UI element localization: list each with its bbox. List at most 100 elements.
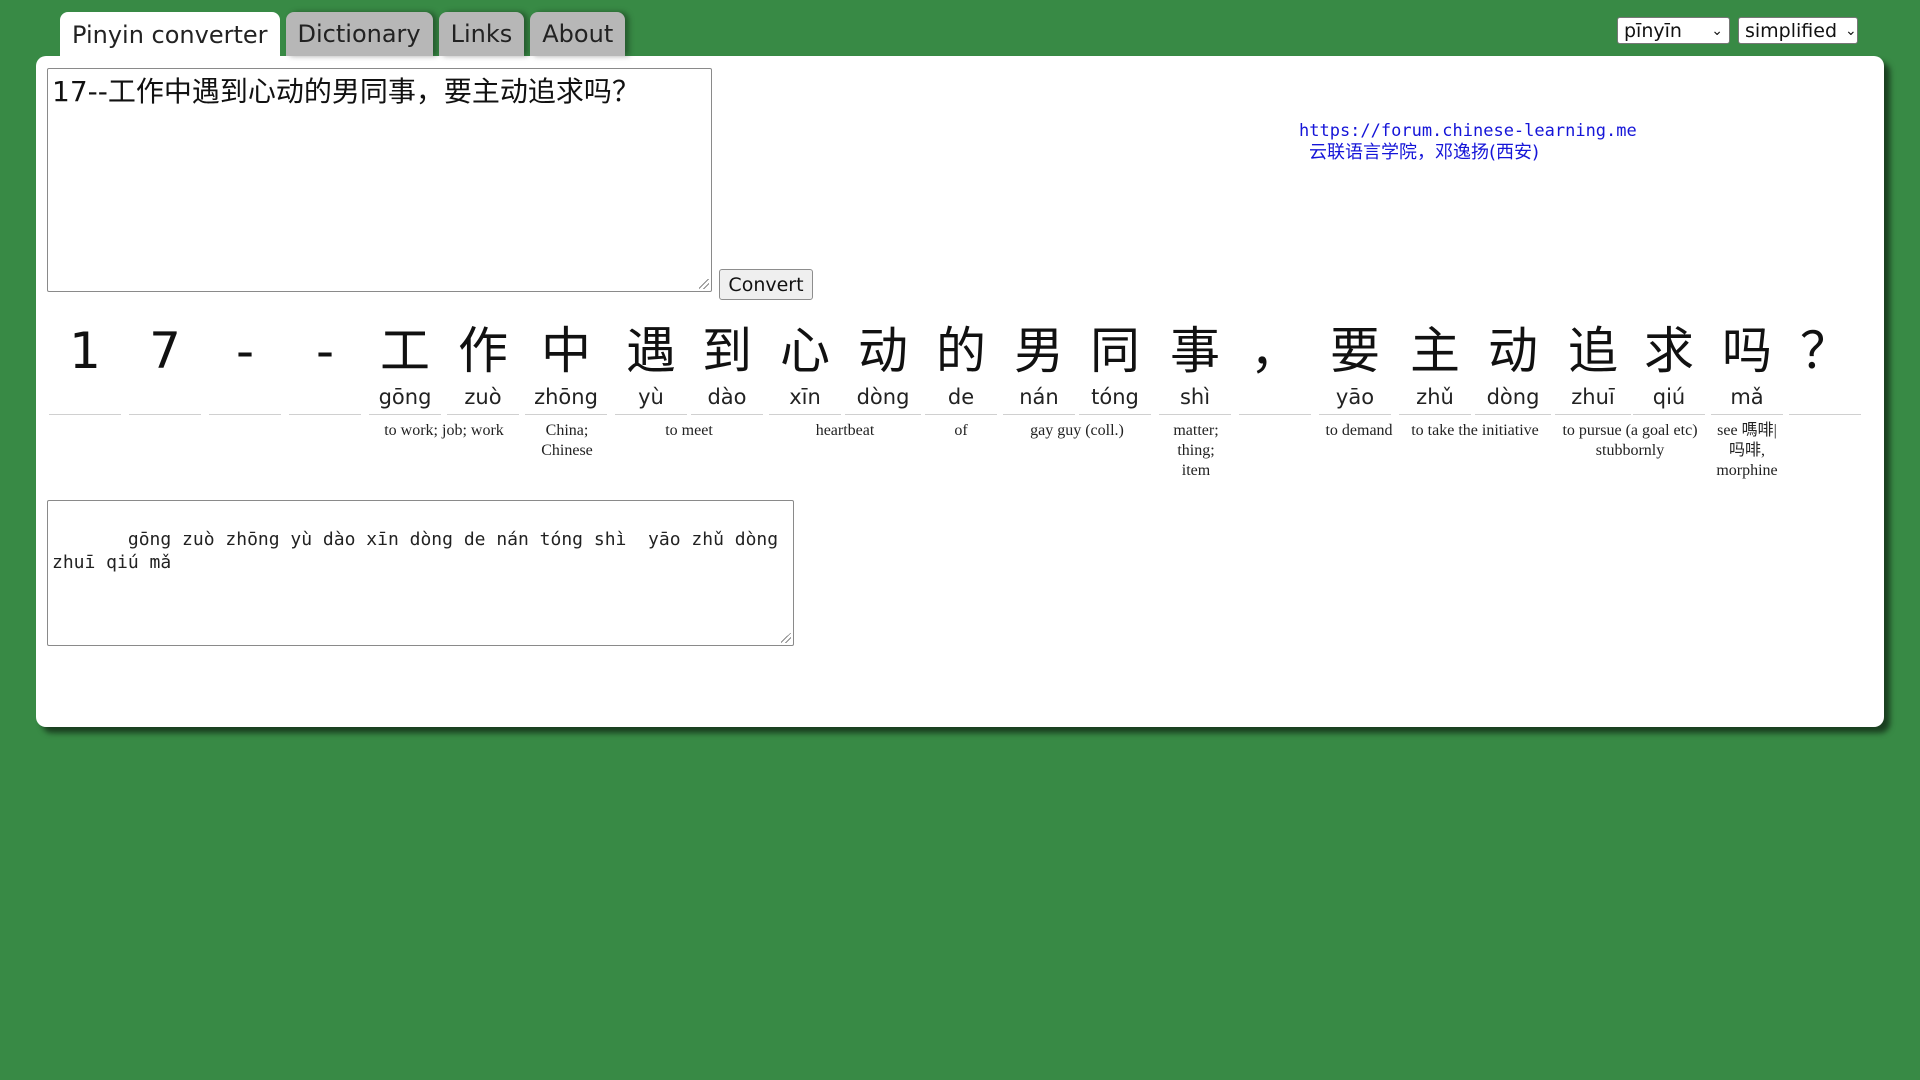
pinyin (289, 380, 361, 415)
hanzi: 7 (149, 322, 181, 380)
hanzi: 的 (936, 322, 986, 380)
pinyin: zhōng (525, 380, 607, 415)
option-selects: pīnyīn ⌄ simplified ⌄ (1617, 17, 1858, 44)
definition: see 嗎啡|吗啡, morphine (1716, 422, 1778, 479)
char-cell[interactable]: 中 zhōng (525, 322, 607, 415)
pinyin (1239, 380, 1311, 415)
pinyin: gōng (369, 380, 441, 415)
pinyin-output-text: gōng zuò zhōng yù dào xīn dòng de nán tó… (52, 529, 789, 573)
pinyin: yāo (1319, 380, 1391, 415)
definition: to take the initiative (1411, 422, 1539, 439)
char-cell[interactable]: 追 zhuī (1555, 322, 1631, 415)
hanzi: 遇 (626, 322, 676, 380)
hanzi: 事 (1170, 322, 1220, 380)
hanzi: 求 (1644, 322, 1694, 380)
hanzi: 作 (458, 322, 508, 380)
pinyin: dòng (1475, 380, 1551, 415)
hanzi: 中 (541, 322, 591, 380)
definition: gay guy (coll.) (1030, 422, 1124, 439)
hanzi: 男 (1014, 322, 1064, 380)
pinyin: de (925, 380, 997, 415)
char-cell[interactable]: 动 dòng (845, 322, 921, 415)
char-cell[interactable]: - (289, 322, 361, 415)
char-cell[interactable]: 1 (49, 322, 121, 415)
pinyin-output-textarea[interactable]: gōng zuò zhōng yù dào xīn dòng de nán tó… (47, 500, 794, 646)
hanzi: - (235, 322, 255, 380)
hanzi: 动 (858, 322, 908, 380)
hanzi: 要 (1330, 322, 1380, 380)
pinyin: shì (1159, 380, 1231, 415)
pinyin: yù (615, 380, 687, 415)
main-panel: 17--工作中遇到心动的男同事，要主动追求吗？ Convert https://… (36, 56, 1884, 727)
char-cell[interactable]: ， (1239, 322, 1311, 415)
pinyin: xīn (769, 380, 841, 415)
credit-block: https://forum.chinese-learning.me 云联语言学院… (1299, 120, 1637, 164)
definition: to meet (665, 422, 713, 439)
tab-dictionary[interactable]: Dictionary (285, 12, 433, 56)
tab-links[interactable]: Links (438, 12, 525, 56)
char-cell[interactable]: 动 dòng (1475, 322, 1551, 415)
char-cell[interactable]: 遇 yù (615, 322, 687, 415)
tone-mode-value: pīnyīn (1624, 19, 1682, 42)
char-cell[interactable]: 事 shì (1159, 322, 1231, 415)
credit-author: 云联语言学院，邓逸扬(西安) (1309, 142, 1540, 163)
pinyin: mǎ (1711, 380, 1783, 415)
hanzi: 心 (780, 322, 830, 380)
char-cell[interactable]: 同 tóng (1079, 322, 1151, 415)
definition: matter; thing; item (1173, 422, 1219, 479)
hanzi: 到 (702, 322, 752, 380)
char-cell[interactable]: 的 de (925, 322, 997, 415)
char-cell[interactable]: 吗 mǎ (1711, 322, 1783, 415)
char-cell[interactable]: 主 zhǔ (1399, 322, 1471, 415)
char-cell[interactable]: - (209, 322, 281, 415)
hanzi: 吗 (1722, 322, 1772, 380)
hanzi: 1 (69, 322, 101, 380)
pinyin (129, 380, 201, 415)
char-cell[interactable]: ？ (1789, 322, 1861, 415)
resize-grip-icon[interactable] (699, 279, 709, 289)
pinyin: dòng (845, 380, 921, 415)
script-value: simplified (1745, 19, 1838, 42)
pinyin: dào (691, 380, 763, 415)
tab-pinyin-converter[interactable]: Pinyin converter (60, 12, 280, 58)
pinyin: tóng (1079, 380, 1151, 415)
pinyin (1789, 380, 1861, 415)
pinyin: zuò (447, 380, 519, 415)
hanzi: ， (1250, 322, 1300, 380)
tone-mode-select[interactable]: pīnyīn ⌄ (1617, 17, 1730, 44)
char-cell[interactable]: 作 zuò (447, 322, 519, 415)
definition: of (954, 422, 968, 439)
convert-button[interactable]: Convert (719, 269, 813, 300)
script-select[interactable]: simplified ⌄ (1738, 17, 1858, 44)
tab-bar: Pinyin converter Dictionary Links About (60, 12, 626, 58)
char-cell[interactable]: 求 qiú (1633, 322, 1705, 415)
pinyin: zhuī (1555, 380, 1631, 415)
chinese-input-text: 17--工作中遇到心动的男同事，要主动追求吗？ (52, 75, 640, 108)
char-cell[interactable]: 7 (129, 322, 201, 415)
pinyin (209, 380, 281, 415)
hanzi: - (315, 322, 335, 380)
hanzi: 工 (380, 322, 430, 380)
char-cell[interactable]: 心 xīn (769, 322, 841, 415)
chinese-input-textarea[interactable]: 17--工作中遇到心动的男同事，要主动追求吗？ (47, 68, 712, 292)
hanzi: 动 (1488, 322, 1538, 380)
definition: heartbeat (815, 422, 875, 439)
resize-grip-icon[interactable] (781, 633, 791, 643)
hanzi: 同 (1090, 322, 1140, 380)
tab-about[interactable]: About (530, 12, 626, 56)
definition: to pursue (a goal etc) stubbornly (1562, 422, 1698, 459)
definition: to work; job; work (384, 422, 504, 439)
char-cell[interactable]: 要 yāo (1319, 322, 1391, 415)
char-cell[interactable]: 男 nán (1003, 322, 1075, 415)
chevron-down-icon: ⌄ (1711, 22, 1723, 39)
chevron-down-icon: ⌄ (1845, 22, 1857, 39)
pinyin (49, 380, 121, 415)
char-cell[interactable]: 工 gōng (369, 322, 441, 415)
definition: to demand (1325, 422, 1393, 439)
char-cell[interactable]: 到 dào (691, 322, 763, 415)
hanzi: 主 (1410, 322, 1460, 380)
forum-link[interactable]: https://forum.chinese-learning.me (1299, 120, 1637, 142)
definition: China; Chinese (541, 422, 593, 459)
hanzi: ？ (1800, 322, 1850, 380)
pinyin: qiú (1633, 380, 1705, 415)
